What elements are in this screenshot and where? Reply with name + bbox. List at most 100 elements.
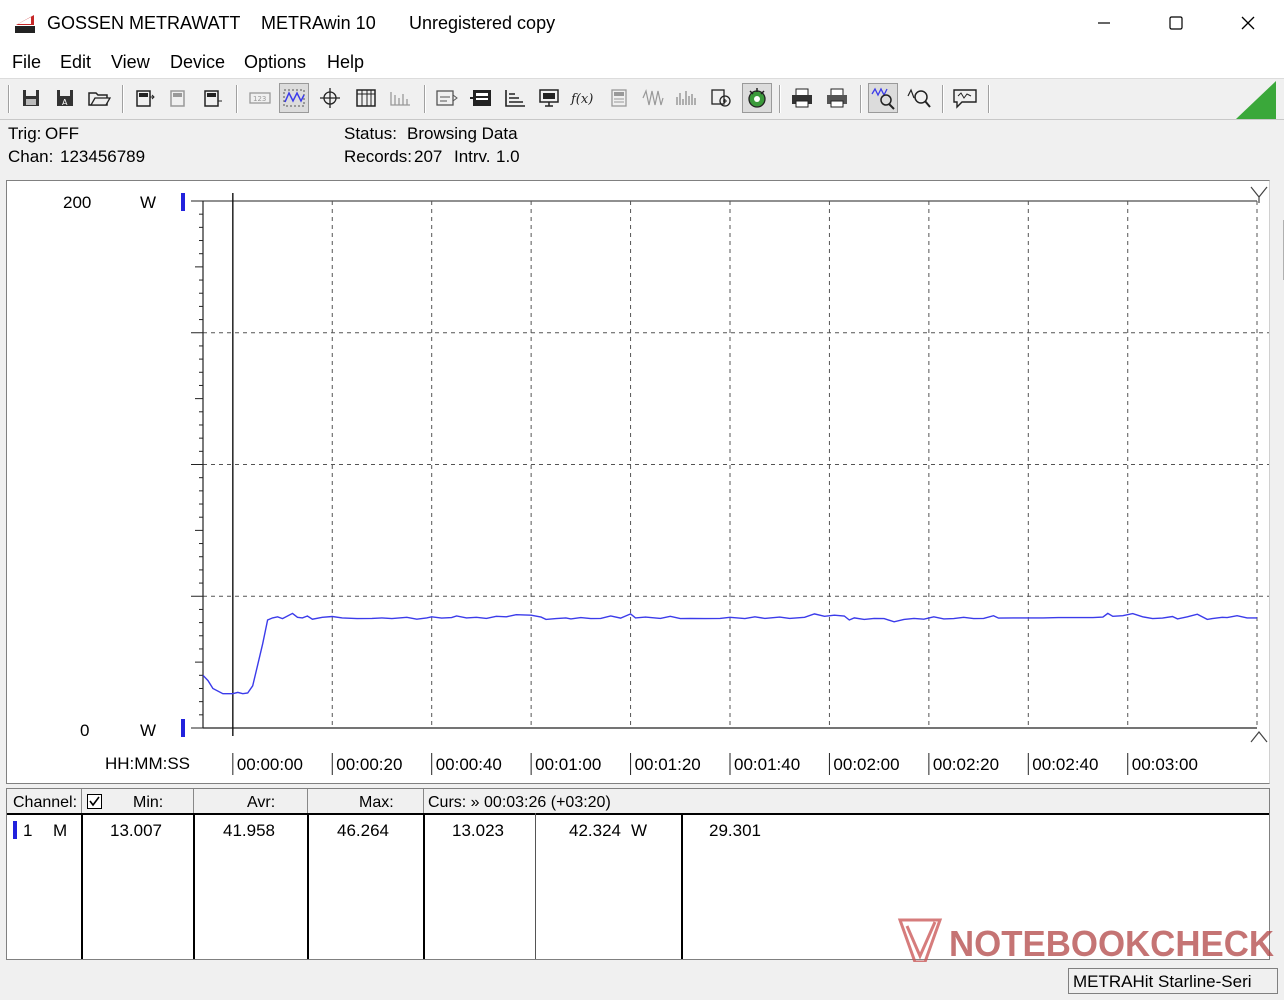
- device-read-button[interactable]: [130, 83, 160, 113]
- comment-icon: [953, 89, 977, 109]
- menu-bar: File Edit View Device Options Help: [0, 46, 1284, 79]
- toolbar-separator: [860, 85, 862, 113]
- wave-icon: [642, 89, 664, 106]
- status-device: METRAHit Starline-Seri: [1068, 968, 1278, 994]
- crosshair-button[interactable]: [315, 83, 345, 113]
- row-cursor-2: 42.324: [569, 821, 621, 840]
- wave-button[interactable]: [638, 83, 668, 113]
- svg-text:A: A: [62, 98, 68, 107]
- vertical-scrollbar[interactable]: [1270, 180, 1284, 784]
- graph-panel[interactable]: 200 W 0 W HH:MM:SS 00:00:00 00:00:20 00:00…: [6, 180, 1270, 784]
- minimize-button[interactable]: [1068, 0, 1140, 46]
- x-tick-label: 00:03:00: [1132, 755, 1198, 774]
- chan-label: Chan:: [8, 147, 54, 166]
- toolbar-separator: [779, 85, 781, 113]
- print-setup-button[interactable]: [822, 83, 852, 113]
- histogram-button[interactable]: [385, 83, 415, 113]
- spectrum-button[interactable]: [672, 83, 702, 113]
- toolbar-separator: [988, 85, 990, 113]
- chart-canvas[interactable]: 00:00:00 00:00:20 00:00:40 00:01:00 00:01:20…: [7, 181, 1269, 783]
- row-avg: 41.958: [223, 821, 275, 840]
- online-icon: [748, 88, 766, 108]
- status-bar: METRAHit Starline-Seri: [0, 962, 1284, 1000]
- interval-label: Intrv.: [454, 147, 491, 166]
- formula-button[interactable]: ƒ(x): [568, 83, 598, 113]
- y-max-channel-marker: [181, 193, 185, 211]
- export-button[interactable]: [706, 83, 736, 113]
- toolbar: A 123 ƒ(x): [0, 79, 1284, 120]
- open-button[interactable]: [84, 83, 114, 113]
- trigger-button[interactable]: [466, 83, 496, 113]
- menu-help[interactable]: Help: [327, 52, 364, 73]
- x-tick-label: 00:02:00: [833, 755, 899, 774]
- device-config-icon: [170, 90, 185, 107]
- records-value: 207: [414, 147, 443, 166]
- title-bar: GOSSEN METRAWATT METRAwin 10 Unregistere…: [0, 0, 1284, 46]
- device-config-button[interactable]: [164, 83, 194, 113]
- interval-value: 1.0: [496, 147, 520, 166]
- channel-checkbox[interactable]: [87, 794, 102, 809]
- toolbar-separator: [236, 85, 238, 113]
- chan-value: 123456789: [60, 147, 146, 166]
- device-info-icon: [204, 90, 222, 107]
- menu-options[interactable]: Options: [244, 52, 306, 73]
- toolbar-separator: [424, 85, 426, 113]
- list-view-icon: [356, 89, 376, 107]
- brand-title: GOSSEN METRAWATT: [47, 13, 241, 33]
- histogram-icon: [390, 92, 410, 106]
- x-tick-label: 00:02:40: [1032, 755, 1098, 774]
- notebookcheck-watermark: NOTEBOOKCHECK: [897, 918, 1274, 964]
- maximize-icon: [1169, 16, 1183, 30]
- x-tick-label: 00:02:20: [933, 755, 999, 774]
- open-folder-icon: [88, 92, 111, 106]
- x-tick-label: 00:00:00: [237, 755, 303, 774]
- close-button[interactable]: [1212, 0, 1284, 46]
- watermark-text: NOTEBOOKCHECK: [949, 923, 1274, 964]
- toolbar-separator: [8, 85, 10, 113]
- save-as-button[interactable]: A: [50, 83, 80, 113]
- graph-view-button[interactable]: [279, 83, 309, 113]
- row-unit: W: [631, 821, 648, 840]
- y-min-channel-marker: [181, 719, 185, 737]
- records-label: Records:: [344, 147, 413, 166]
- menu-view[interactable]: View: [111, 52, 150, 73]
- trigger-icon: [470, 90, 491, 106]
- status-value: Browsing Data: [407, 124, 518, 143]
- x-scroll-arrow: [1250, 731, 1268, 743]
- header-channel: Channel:: [13, 794, 78, 811]
- calc-icon: [611, 89, 627, 107]
- save-button[interactable]: [16, 83, 46, 113]
- scale-button[interactable]: [500, 83, 530, 113]
- table-view-icon: 123: [249, 92, 271, 104]
- table-view-button[interactable]: 123: [245, 83, 275, 113]
- device-info-button[interactable]: [198, 83, 228, 113]
- menu-device[interactable]: Device: [170, 52, 225, 73]
- menu-edit[interactable]: Edit: [60, 52, 91, 73]
- channel-setup-icon: [436, 90, 458, 106]
- maximize-button[interactable]: [1140, 0, 1212, 46]
- zoom-in-icon: [907, 88, 931, 108]
- info-panel: Trig: OFF Chan: 123456789 Status: Browsi…: [0, 120, 1284, 178]
- header-cursor: Curs: » 00:03:26 (+03:20): [428, 794, 611, 811]
- zoom-in-button[interactable]: [904, 83, 934, 113]
- x-tick-label: 00:01:40: [734, 755, 800, 774]
- zoom-graph-button[interactable]: [868, 83, 898, 113]
- header-max: Max:: [359, 794, 394, 811]
- save-as-icon: A: [57, 90, 73, 107]
- status-label: Status:: [344, 124, 397, 143]
- comment-button[interactable]: [950, 83, 980, 113]
- x-tick-label: 00:01:20: [635, 755, 701, 774]
- online-button[interactable]: [742, 83, 772, 113]
- app-title: METRAwin 10: [261, 13, 376, 33]
- app-icon[interactable]: [14, 12, 36, 34]
- x-tick-label: 00:00:40: [436, 755, 502, 774]
- list-view-button[interactable]: [351, 83, 381, 113]
- monitor-button[interactable]: [534, 83, 564, 113]
- row-max: 46.264: [337, 821, 389, 840]
- menu-file[interactable]: File: [12, 52, 41, 73]
- calc-button[interactable]: [604, 83, 634, 113]
- print-button[interactable]: [787, 83, 817, 113]
- channel-setup-button[interactable]: [432, 83, 462, 113]
- crosshair-icon: [320, 88, 340, 108]
- resize-corner-icon: [1236, 81, 1276, 119]
